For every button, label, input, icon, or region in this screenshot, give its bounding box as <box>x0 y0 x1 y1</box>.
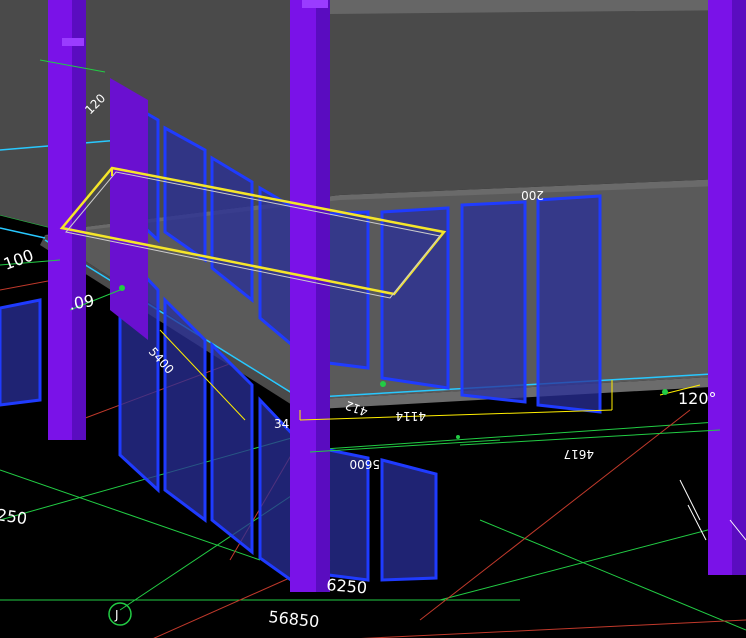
dim-line <box>309 439 501 453</box>
grid-line-green <box>479 519 746 631</box>
column-left <box>48 0 86 440</box>
3d-model-viewport[interactable]: 100 .09 5400 34 5600 4617 4114 412 120° … <box>0 0 746 638</box>
window-panel <box>380 206 450 390</box>
column-center-cap <box>302 0 328 8</box>
grid-axis-circle <box>108 602 132 626</box>
dim-label-56850: 56850 <box>268 607 321 631</box>
grid-axis-bubble-j[interactable]: J <box>108 602 132 626</box>
dim-label-6250-bottom: 6250 <box>326 575 368 597</box>
grid-line-green <box>439 519 746 601</box>
window-panel <box>460 200 527 404</box>
slab-edge-cyan <box>0 227 46 239</box>
window-panel <box>210 341 254 556</box>
column-right-shade <box>732 0 746 575</box>
column-left-cap <box>62 38 84 46</box>
dim-label-60: .09 <box>67 291 95 314</box>
column-center <box>290 0 330 592</box>
window-panel <box>163 296 207 523</box>
grid-axis-label: J <box>114 608 119 622</box>
window-panel <box>536 194 602 414</box>
dim-line <box>459 429 721 446</box>
window-panel <box>380 458 438 582</box>
column-center-shade <box>316 0 330 592</box>
dim-label-5600: 5600 <box>349 457 380 471</box>
model-scene[interactable]: 100 .09 5400 34 5600 4617 4114 412 120° … <box>0 0 746 638</box>
dim-label-100: 100 <box>1 245 36 273</box>
dim-label-200: 200 <box>521 188 544 202</box>
window-panel <box>0 298 42 407</box>
dim-label-34: 34 <box>274 417 289 431</box>
grid-line-red <box>419 409 691 621</box>
grid-line-green <box>309 419 746 451</box>
column-right <box>708 0 746 575</box>
grid-line-red <box>361 619 746 638</box>
dim-label-4114: 4114 <box>395 409 426 423</box>
column-left-beam <box>110 78 148 340</box>
dim-label-120-deg: 120° <box>678 389 717 408</box>
dim-label-6250-left: 250 <box>0 505 28 528</box>
dim-label-4617: 4617 <box>563 447 594 461</box>
